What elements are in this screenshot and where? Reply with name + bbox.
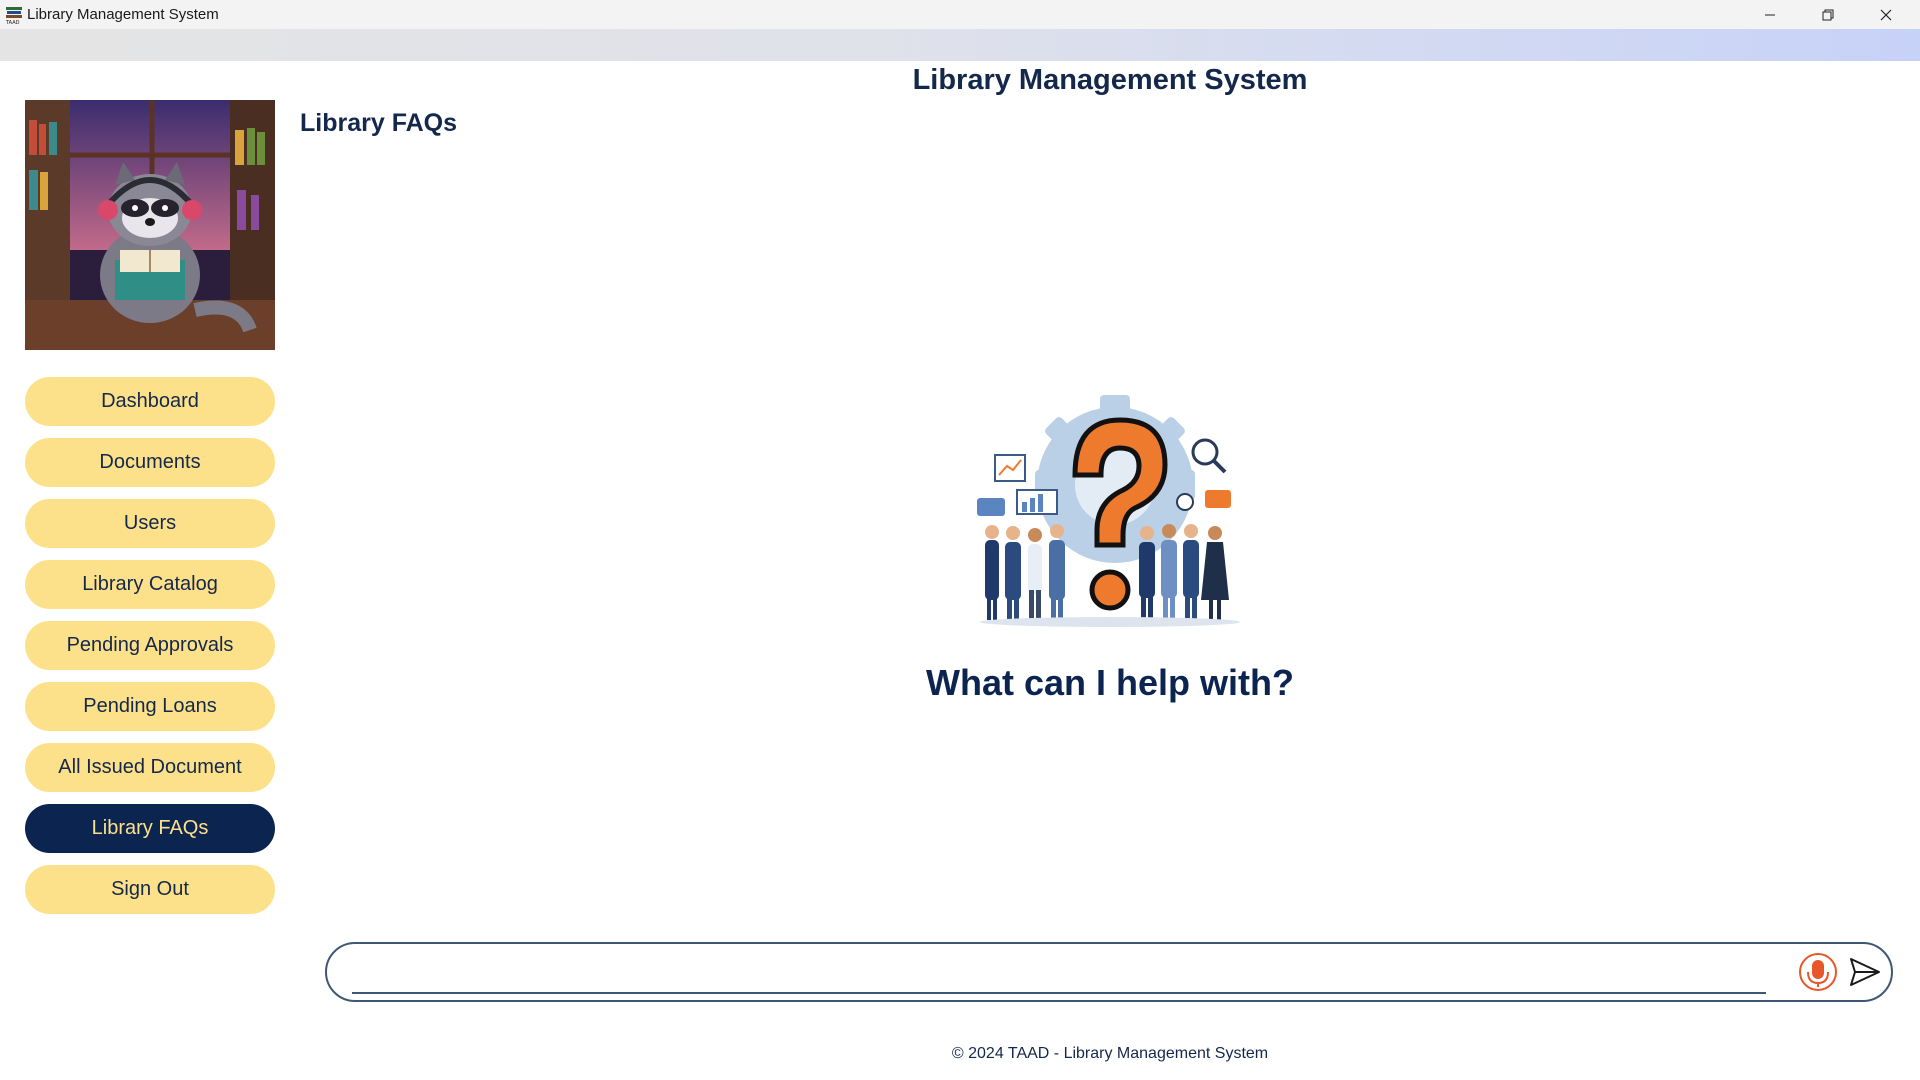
header-gradient-band: [0, 29, 1920, 61]
raccoon-library-image: [25, 100, 275, 350]
send-button[interactable]: [1847, 954, 1883, 990]
sidebar-item-dashboard[interactable]: Dashboard: [25, 377, 275, 426]
close-button[interactable]: [1857, 0, 1915, 29]
sidebar-item-sign-out[interactable]: Sign Out: [25, 865, 275, 914]
mic-button[interactable]: [1797, 951, 1839, 993]
restore-icon: [1822, 9, 1834, 20]
svg-text:TAAD: TAAD: [5, 20, 20, 25]
chat-input[interactable]: [352, 952, 1766, 994]
sidebar-item-library-catalog[interactable]: Library Catalog: [25, 560, 275, 609]
close-icon: [1880, 9, 1892, 20]
app-title: Library Management System: [912, 64, 1308, 96]
minimize-button[interactable]: [1741, 0, 1799, 29]
sidebar-nav: Dashboard Documents Users Library Catalo…: [25, 377, 275, 926]
window-titlebar: TAAD Library Management System: [0, 0, 1920, 29]
sidebar-item-pending-approvals[interactable]: Pending Approvals: [25, 621, 275, 670]
restore-button[interactable]: [1799, 0, 1857, 29]
sidebar-item-all-issued-document[interactable]: All Issued Document: [25, 743, 275, 792]
send-icon: [1850, 958, 1880, 986]
faq-question-mark-illustration: [975, 390, 1255, 630]
sidebar-item-pending-loans[interactable]: Pending Loans: [25, 682, 275, 731]
window-title: Library Management System: [27, 6, 219, 23]
footer-copyright: © 2024 TAAD - Library Management System: [951, 1045, 1269, 1062]
app-books-icon: TAAD: [5, 7, 22, 25]
sidebar-item-library-faqs[interactable]: Library FAQs: [25, 804, 275, 853]
page-title: Library FAQs: [300, 109, 457, 137]
sidebar-item-documents[interactable]: Documents: [25, 438, 275, 487]
chat-input-container: [325, 942, 1893, 1002]
sidebar-item-users[interactable]: Users: [25, 499, 275, 548]
microphone-icon: [1799, 953, 1837, 991]
help-heading: What can I help with?: [926, 662, 1294, 703]
minimize-icon: [1765, 14, 1775, 15]
